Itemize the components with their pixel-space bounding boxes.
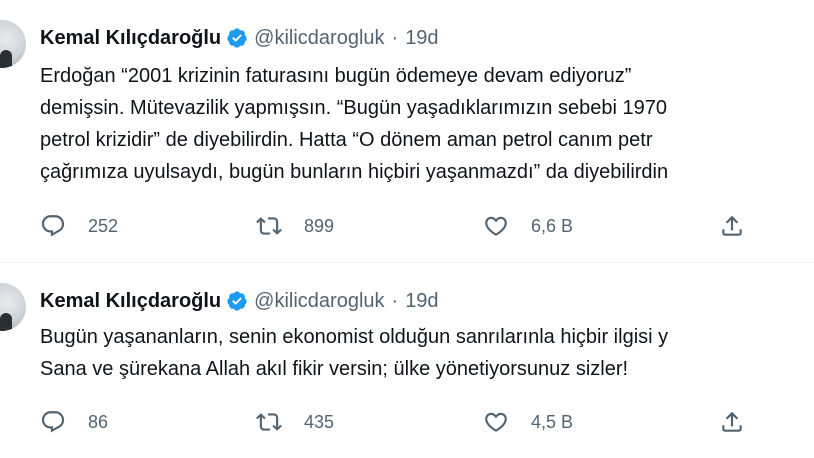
share-button[interactable] xyxy=(719,213,745,239)
retweet-icon xyxy=(256,413,282,431)
share-icon xyxy=(722,215,742,236)
tweet[interactable]: Kemal Kılıçdaroğlu @kilicdarogluk · 19d … xyxy=(0,0,814,262)
tweet-header: Kemal Kılıçdaroğlu @kilicdarogluk · 19d xyxy=(40,25,439,51)
share-icon xyxy=(722,411,742,432)
tweet-actions: 252 899 6,6 B xyxy=(40,213,800,245)
author-name[interactable]: Kemal Kılıçdaroğlu xyxy=(40,290,221,313)
tweet-text-line: petrol krizidir” de diyebilirdin. Hatta … xyxy=(40,129,653,151)
tweet-timestamp[interactable]: 19d xyxy=(405,27,438,50)
like-count: 6,6 B xyxy=(531,215,574,236)
retweet-button[interactable]: 899 xyxy=(256,213,334,239)
like-button[interactable]: 6,6 B xyxy=(483,213,573,239)
reply-count: 86 xyxy=(88,411,109,432)
tweet-text: Bugün yaşananların, senin ekonomist oldu… xyxy=(40,321,668,385)
reply-icon xyxy=(41,411,65,433)
tweet-header: Kemal Kılıçdaroğlu @kilicdarogluk · 19d xyxy=(40,288,439,314)
reply-icon xyxy=(41,215,65,237)
heart-icon xyxy=(485,412,507,432)
like-count: 4,5 B xyxy=(531,411,574,432)
tweet-text-line: Erdoğan “2001 krizinin faturasını bugün … xyxy=(40,65,632,87)
separator-dot: · xyxy=(391,289,399,312)
reply-button[interactable]: 252 xyxy=(40,213,118,239)
tweet[interactable]: Kemal Kılıçdaroğlu @kilicdarogluk · 19d … xyxy=(0,263,814,458)
verified-badge-icon xyxy=(227,291,247,311)
tweet-text-line: Bugün yaşananların, senin ekonomist oldu… xyxy=(40,326,669,348)
tweet-text-line: çağrımıza uyulsaydı, bugün bunların hiçb… xyxy=(40,161,669,183)
retweet-button[interactable]: 435 xyxy=(256,409,334,435)
tweet-timestamp[interactable]: 19d xyxy=(405,290,438,313)
author-handle[interactable]: @kilicdarogluk xyxy=(254,290,384,313)
avatar[interactable] xyxy=(0,283,26,331)
tweet-text: Erdoğan “2001 krizinin faturasını bugün … xyxy=(40,60,668,188)
author-name[interactable]: Kemal Kılıçdaroğlu xyxy=(40,27,221,50)
verified-badge-icon xyxy=(227,28,247,48)
separator-dot: · xyxy=(391,26,399,49)
retweet-count: 899 xyxy=(304,215,335,236)
tweet-text-line: Sana ve şürekana Allah akıl fikir versin… xyxy=(40,358,629,380)
avatar[interactable] xyxy=(0,20,26,68)
reply-button[interactable]: 86 xyxy=(40,409,108,435)
heart-icon xyxy=(485,216,507,236)
retweet-icon xyxy=(256,217,282,235)
author-handle[interactable]: @kilicdarogluk xyxy=(254,27,384,50)
retweet-count: 435 xyxy=(304,411,335,432)
share-button[interactable] xyxy=(719,409,745,435)
like-button[interactable]: 4,5 B xyxy=(483,409,573,435)
tweet-text-line: demişsin. Mütevazilik yapmışsın. “Bugün … xyxy=(40,97,667,119)
reply-count: 252 xyxy=(88,215,119,236)
tweet-actions: 86 435 4,5 B xyxy=(40,409,800,441)
